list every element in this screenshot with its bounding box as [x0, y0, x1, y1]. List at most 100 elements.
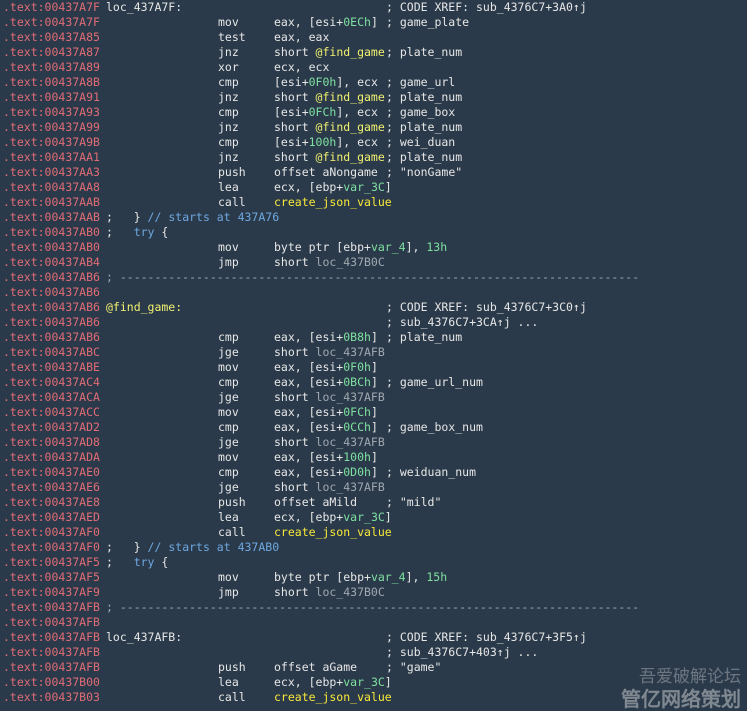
code-line[interactable]: .text:00437AA1 jnz short @find_game; plate… — [0, 150, 747, 165]
instruction-operands[interactable]: byte ptr [ebp+var_4], 15h — [274, 570, 447, 585]
instruction-operands[interactable]: ecx, [ebp+var_3C] — [274, 180, 392, 195]
code-line[interactable]: .text:00437AB0 ; try { — [0, 225, 747, 240]
section-separator: ; --------------------------------------… — [106, 270, 640, 284]
code-line[interactable]: .text:00437B00 lea ecx, [ebp+var_3C] — [0, 675, 747, 690]
code-line[interactable]: .text:00437ADA mov eax, [esi+100h] — [0, 450, 747, 465]
code-line[interactable]: .text:00437A85 test eax, eax — [0, 30, 747, 45]
code-line[interactable]: .text:00437A89 xor ecx, ecx — [0, 60, 747, 75]
code-line[interactable]: .text:00437AED lea ecx, [ebp+var_3C] — [0, 510, 747, 525]
instruction-operands[interactable]: eax, [esi+0B8h] — [274, 330, 378, 345]
line-address: .text:00437AFB — [3, 630, 100, 644]
code-line[interactable]: .text:00437AFB ; sub_4376C7+403↑j ... — [0, 645, 747, 660]
instruction-mnemonic: lea — [218, 180, 239, 194]
code-line[interactable]: .text:00437AAB call create_json_value — [0, 195, 747, 210]
instruction-operands[interactable]: ecx, [ebp+var_3C] — [274, 675, 392, 690]
instruction-operands[interactable]: [esi+0F0h], ecx — [274, 75, 378, 90]
code-line[interactable]: .text:00437AB6 @find_game: ; CODE XREF: su… — [0, 300, 747, 315]
instruction-operands[interactable]: short @find_game — [274, 45, 385, 60]
instruction-mnemonic: cmp — [218, 75, 239, 89]
code-line[interactable]: .text:00437AF9 jmp short loc_437B0C — [0, 585, 747, 600]
instruction-operands[interactable]: offset aGame — [274, 660, 357, 675]
code-label[interactable]: loc_437A7F: — [106, 0, 182, 15]
code-line[interactable]: .text:00437AB6 ; sub_4376C7+3CA↑j ... — [0, 315, 747, 330]
code-line[interactable]: .text:00437AB6 ; ------------------------… — [0, 270, 747, 285]
code-line[interactable]: .text:00437A7F loc_437A7F: ; CODE XREF: su… — [0, 0, 747, 15]
code-line[interactable]: .text:00437AAB ; } // starts at 437A76 — [0, 210, 747, 225]
line-comment: ; plate_num — [386, 120, 463, 134]
instruction-operands[interactable]: short @find_game — [274, 120, 385, 135]
code-line[interactable]: .text:00437A7F mov eax, [esi+0ECh] ; game_p… — [0, 15, 747, 30]
code-line[interactable]: .text:00437AFB push offset aGame ; "game" — [0, 660, 747, 675]
code-line[interactable]: .text:00437A91 jnz short @find_game; plate… — [0, 90, 747, 105]
instruction-mnemonic: mov — [218, 405, 239, 419]
code-line[interactable]: .text:00437A9B cmp [esi+100h], ecx ; wei_du… — [0, 135, 747, 150]
code-line[interactable]: .text:00437AF0 call create_json_value — [0, 525, 747, 540]
instruction-operands[interactable]: short loc_437AFB — [274, 480, 385, 495]
instruction-operands[interactable]: eax, [esi+0CCh] — [274, 420, 378, 435]
instruction-operands[interactable]: short @find_game — [274, 150, 385, 165]
line-comment: ; weiduan_num — [386, 465, 477, 479]
code-line[interactable]: .text:00437AB0 mov byte ptr [ebp+var_4], 1… — [0, 240, 747, 255]
code-line[interactable]: .text:00437AA3 push offset aNongame ; "nonG… — [0, 165, 747, 180]
line-comment: ; plate_num — [386, 90, 463, 104]
code-line[interactable]: .text:00437A99 jnz short @find_game; plate… — [0, 120, 747, 135]
code-line[interactable]: .text:00437AB4 jmp short loc_437B0C — [0, 255, 747, 270]
instruction-operands[interactable]: short loc_437AFB — [274, 390, 385, 405]
instruction-operands[interactable]: byte ptr [ebp+var_4], 13h — [274, 240, 447, 255]
code-line[interactable]: .text:00437A93 cmp [esi+0FCh], ecx ; game_b… — [0, 105, 747, 120]
instruction-operands[interactable]: ecx, [ebp+var_3C] — [274, 510, 392, 525]
instruction-operands[interactable]: offset aMild — [274, 495, 357, 510]
instruction-operands[interactable]: create_json_value — [274, 525, 392, 540]
line-address: .text:00437ACC — [3, 405, 100, 419]
line-address: .text:00437AD8 — [3, 435, 100, 449]
instruction-operands[interactable]: eax, [esi+0FCh] — [274, 405, 378, 420]
instruction-mnemonic: mov — [218, 15, 239, 29]
code-line[interactable]: .text:00437ACC mov eax, [esi+0FCh] — [0, 405, 747, 420]
line-address: .text:00437A9B — [3, 135, 100, 149]
code-line[interactable]: .text:00437AD2 cmp eax, [esi+0CCh] ; game_b… — [0, 420, 747, 435]
instruction-operands[interactable]: offset aNongame — [274, 165, 378, 180]
instruction-operands[interactable]: eax, eax — [274, 30, 329, 45]
instruction-operands[interactable]: create_json_value — [274, 195, 392, 210]
code-label[interactable]: loc_437AFB: — [106, 630, 182, 645]
instruction-operands[interactable]: short loc_437AFB — [274, 435, 385, 450]
instruction-operands[interactable]: eax, [esi+100h] — [274, 450, 378, 465]
code-line[interactable]: .text:00437AC4 cmp eax, [esi+0BCh] ; game_u… — [0, 375, 747, 390]
line-comment: ; game_box_num — [386, 420, 483, 434]
instruction-operands[interactable]: ecx, ecx — [274, 60, 329, 75]
code-line[interactable]: .text:00437A87 jnz short @find_game; plate… — [0, 45, 747, 60]
code-line[interactable]: .text:00437AF0 ; } // starts at 437AB0 — [0, 540, 747, 555]
instruction-operands[interactable]: [esi+0FCh], ecx — [274, 105, 378, 120]
instruction-operands[interactable]: short @find_game — [274, 90, 385, 105]
code-line[interactable]: .text:00437AE0 cmp eax, [esi+0D0h] ; weidua… — [0, 465, 747, 480]
code-line[interactable]: .text:00437AE6 jge short loc_437AFB — [0, 480, 747, 495]
instruction-operands[interactable]: short loc_437B0C — [274, 255, 385, 270]
code-line[interactable]: .text:00437B03 call create_json_value — [0, 690, 747, 705]
code-line[interactable]: .text:00437ACA jge short loc_437AFB — [0, 390, 747, 405]
instruction-operands[interactable]: eax, [esi+0F0h] — [274, 360, 378, 375]
instruction-operands[interactable]: short loc_437AFB — [274, 345, 385, 360]
code-line[interactable]: .text:00437AA8 lea ecx, [ebp+var_3C] — [0, 180, 747, 195]
instruction-operands[interactable]: create_json_value — [274, 690, 392, 705]
code-line[interactable]: .text:00437AFB loc_437AFB: ; CODE XREF: su… — [0, 630, 747, 645]
code-line[interactable]: .text:00437AF5 mov byte ptr [ebp+var_4], 1… — [0, 570, 747, 585]
instruction-operands[interactable]: [esi+100h], ecx — [274, 135, 378, 150]
code-line[interactable]: .text:00437AFB ; ------------------------… — [0, 600, 747, 615]
code-line[interactable]: .text:00437AB6 — [0, 285, 747, 300]
code-line[interactable]: .text:00437ABE mov eax, [esi+0F0h] — [0, 360, 747, 375]
instruction-operands[interactable]: eax, [esi+0D0h] — [274, 465, 378, 480]
line-address: .text:00437AFB — [3, 660, 100, 674]
code-line[interactable]: .text:00437AFB — [0, 615, 747, 630]
line-address: .text:00437AB6 — [3, 270, 100, 284]
code-line[interactable]: .text:00437AF5 ; try { — [0, 555, 747, 570]
line-comment: ; CODE XREF: sub_4376C7+3A0↑j — [386, 0, 587, 14]
instruction-operands[interactable]: short loc_437B0C — [274, 585, 385, 600]
code-line[interactable]: .text:00437ABC jge short loc_437AFB — [0, 345, 747, 360]
code-line[interactable]: .text:00437A8B cmp [esi+0F0h], ecx ; game_u… — [0, 75, 747, 90]
instruction-operands[interactable]: eax, [esi+0ECh] — [274, 15, 378, 30]
instruction-operands[interactable]: eax, [esi+0BCh] — [274, 375, 378, 390]
code-line[interactable]: .text:00437AB6 cmp eax, [esi+0B8h] ; plate_… — [0, 330, 747, 345]
code-line[interactable]: .text:00437AE8 push offset aMild ; "mild" — [0, 495, 747, 510]
code-line[interactable]: .text:00437AD8 jge short loc_437AFB — [0, 435, 747, 450]
code-label[interactable]: @find_game: — [106, 300, 182, 315]
